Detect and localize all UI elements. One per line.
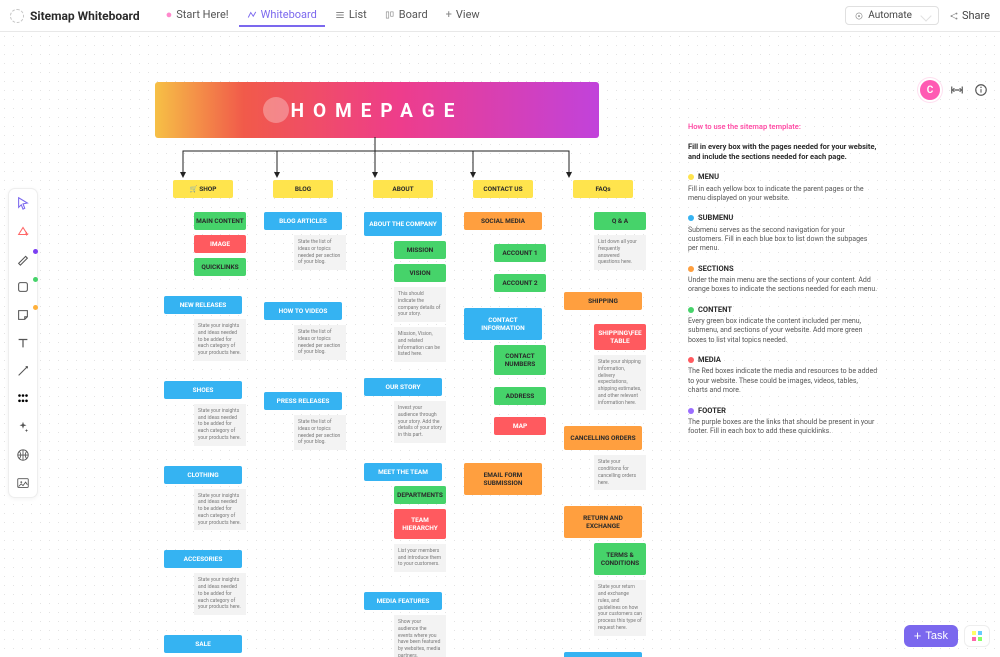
sub-press[interactable]: PRESS RELEASES (264, 392, 342, 410)
pen-tool[interactable] (15, 251, 31, 267)
node-hierarchy[interactable]: TEAM HIERARCHY (394, 509, 446, 539)
info-icon[interactable] (974, 83, 988, 97)
whiteboard-canvas[interactable]: C HOMEPAGE 🛒 SHOP MAIN CONTENT IMAGE QUI… (0, 32, 1000, 657)
desc: List your members and introduce them to … (394, 544, 446, 572)
share-button[interactable]: Share (949, 9, 990, 22)
tab-board[interactable]: Board (377, 4, 436, 27)
automate-button[interactable]: Automate (845, 6, 939, 25)
left-toolbar: + (8, 188, 38, 498)
desc: State your conditions for cancelling ord… (594, 455, 646, 490)
top-bar: Sitemap Whiteboard ●Start Here! Whiteboa… (0, 0, 1000, 32)
tab-whiteboard[interactable]: Whiteboard (239, 4, 325, 27)
node-quicklinks[interactable]: QUICKLINKS (194, 258, 246, 276)
desc: State the list of ideas or topics needed… (294, 415, 346, 450)
node-shipping-table[interactable]: SHIPPING\FEE TABLE (594, 324, 646, 350)
desc: State your insights and ideas needed to … (194, 404, 246, 446)
apps-icon (971, 630, 983, 642)
image-tool[interactable] (15, 475, 31, 491)
desc: State the list of ideas or topics needed… (294, 235, 346, 270)
menu-about[interactable]: ABOUT (373, 180, 433, 198)
sub-contact-info[interactable]: CONTACT INFORMATION (464, 308, 542, 340)
tab-list[interactable]: List (327, 4, 375, 27)
sec-cancelling[interactable]: CANCELLING ORDERS (564, 426, 642, 450)
desc: State your insights and ideas needed to … (194, 319, 246, 361)
menu-shop[interactable]: 🛒 SHOP (173, 180, 233, 198)
node-map[interactable]: MAP (494, 417, 546, 435)
banner-title: HOMEPAGE (291, 99, 464, 122)
desc: Mission, Vision, and related information… (394, 327, 446, 362)
sec-social[interactable]: SOCIAL MEDIA (464, 212, 542, 230)
sub-blog-articles[interactable]: BLOG ARTICLES (264, 212, 342, 230)
tab-start-here[interactable]: ●Start Here! (158, 4, 237, 27)
fit-icon[interactable] (950, 83, 964, 97)
frame-tool[interactable] (15, 391, 31, 407)
view-tabs: ●Start Here! Whiteboard List Board +View (158, 4, 488, 27)
tab-add-view[interactable]: +View (438, 4, 488, 27)
desc: State the list of ideas or topics needed… (294, 325, 346, 360)
node-main-content[interactable]: MAIN CONTENT (194, 212, 246, 230)
automate-icon (854, 11, 864, 21)
sub-new-releases[interactable]: NEW RELEASES (164, 296, 242, 314)
shapes-tool[interactable]: + (15, 223, 31, 239)
text-tool[interactable] (15, 335, 31, 351)
desc: Invest your audience through your story.… (394, 401, 446, 443)
sub-about-company[interactable]: ABOUT THE COMPANY (364, 212, 442, 236)
node-terms[interactable]: TERMS & CONDITIONS (594, 543, 646, 575)
desc: State your return and exchange rules, an… (594, 580, 646, 635)
menu-blog[interactable]: BLOG (273, 180, 333, 198)
chevron-down-icon (920, 10, 931, 21)
sticky-tool[interactable] (15, 307, 31, 323)
node-acct2[interactable]: ACCOUNT 2 (494, 274, 546, 292)
menu-contact[interactable]: CONTACT US (473, 180, 533, 198)
node-mission[interactable]: MISSION (394, 241, 446, 259)
desc: List down all your frequently answered q… (594, 235, 646, 270)
node-vision[interactable]: VISION (394, 264, 446, 282)
desc: This should indicate the company details… (394, 287, 446, 322)
col-contact: CONTACT US SOCIAL MEDIA ACCOUNT 1 ACCOUN… (460, 180, 546, 657)
desc: State your insights and ideas needed to … (194, 573, 246, 615)
cursor-tool[interactable] (15, 195, 31, 211)
ai-tool[interactable] (15, 419, 31, 435)
sec-email-form[interactable]: EMAIL FORM SUBMISSION (464, 463, 542, 495)
node-address[interactable]: ADDRESS (494, 387, 546, 405)
sec-return[interactable]: RETURN AND EXCHANGE (564, 506, 642, 538)
logo-blob (263, 97, 289, 123)
sec-shipping[interactable]: SHIPPING (564, 292, 642, 310)
menu-faqs[interactable]: FAQs (573, 180, 633, 198)
add-task-button[interactable]: +Task (904, 625, 958, 647)
node-qa[interactable]: Q & A (594, 212, 646, 230)
legend-title: How to use the sitemap template: (688, 122, 878, 132)
connector-tool[interactable] (15, 363, 31, 379)
avatar[interactable]: C (920, 80, 940, 100)
sub-accessories[interactable]: ACCESORIES (164, 550, 242, 568)
share-icon (949, 11, 959, 21)
svg-text:+: + (25, 230, 29, 238)
col-shop: 🛒 SHOP MAIN CONTENT IMAGE QUICKLINKS NEW… (160, 180, 246, 657)
desc: State your shipping information, deliver… (594, 355, 646, 410)
homepage-banner[interactable]: HOMEPAGE (155, 82, 599, 138)
desc: State your insights and ideas needed to … (194, 489, 246, 531)
sub-sale[interactable]: SALE (164, 635, 242, 653)
doc-title[interactable]: Sitemap Whiteboard (30, 9, 140, 23)
sub-shoes[interactable]: SHOES (164, 381, 242, 399)
sub-clothing[interactable]: CLOTHING (164, 466, 242, 484)
col-blog: BLOG BLOG ARTICLES State the list of ide… (260, 180, 346, 657)
workspace-icon[interactable] (10, 9, 24, 23)
col-faqs: FAQs Q & A List down all your frequently… (560, 180, 646, 657)
node-departments[interactable]: DEPARTMENTS (394, 486, 446, 504)
col-about: ABOUT ABOUT THE COMPANY MISSION VISION T… (360, 180, 446, 657)
node-acct1[interactable]: ACCOUNT 1 (494, 244, 546, 262)
legend-panel: How to use the sitemap template: Fill in… (688, 122, 878, 447)
apps-button[interactable] (964, 625, 990, 647)
rect-tool[interactable] (15, 279, 31, 295)
sub-media-features[interactable]: MEDIA FEATURES (364, 592, 442, 610)
desc: Show your audience the events where you … (394, 615, 446, 657)
web-tool[interactable] (15, 447, 31, 463)
sub-howto-videos[interactable]: HOW TO VIDEOS (264, 302, 342, 320)
node-image[interactable]: IMAGE (194, 235, 246, 253)
sub-our-story[interactable]: OUR STORY (364, 378, 442, 396)
sub-quicklinks[interactable]: QUICK LINKS (564, 652, 642, 657)
node-contact-numbers[interactable]: CONTACT NUMBERS (494, 345, 546, 375)
sub-meet-team[interactable]: MEET THE TEAM (364, 463, 442, 481)
